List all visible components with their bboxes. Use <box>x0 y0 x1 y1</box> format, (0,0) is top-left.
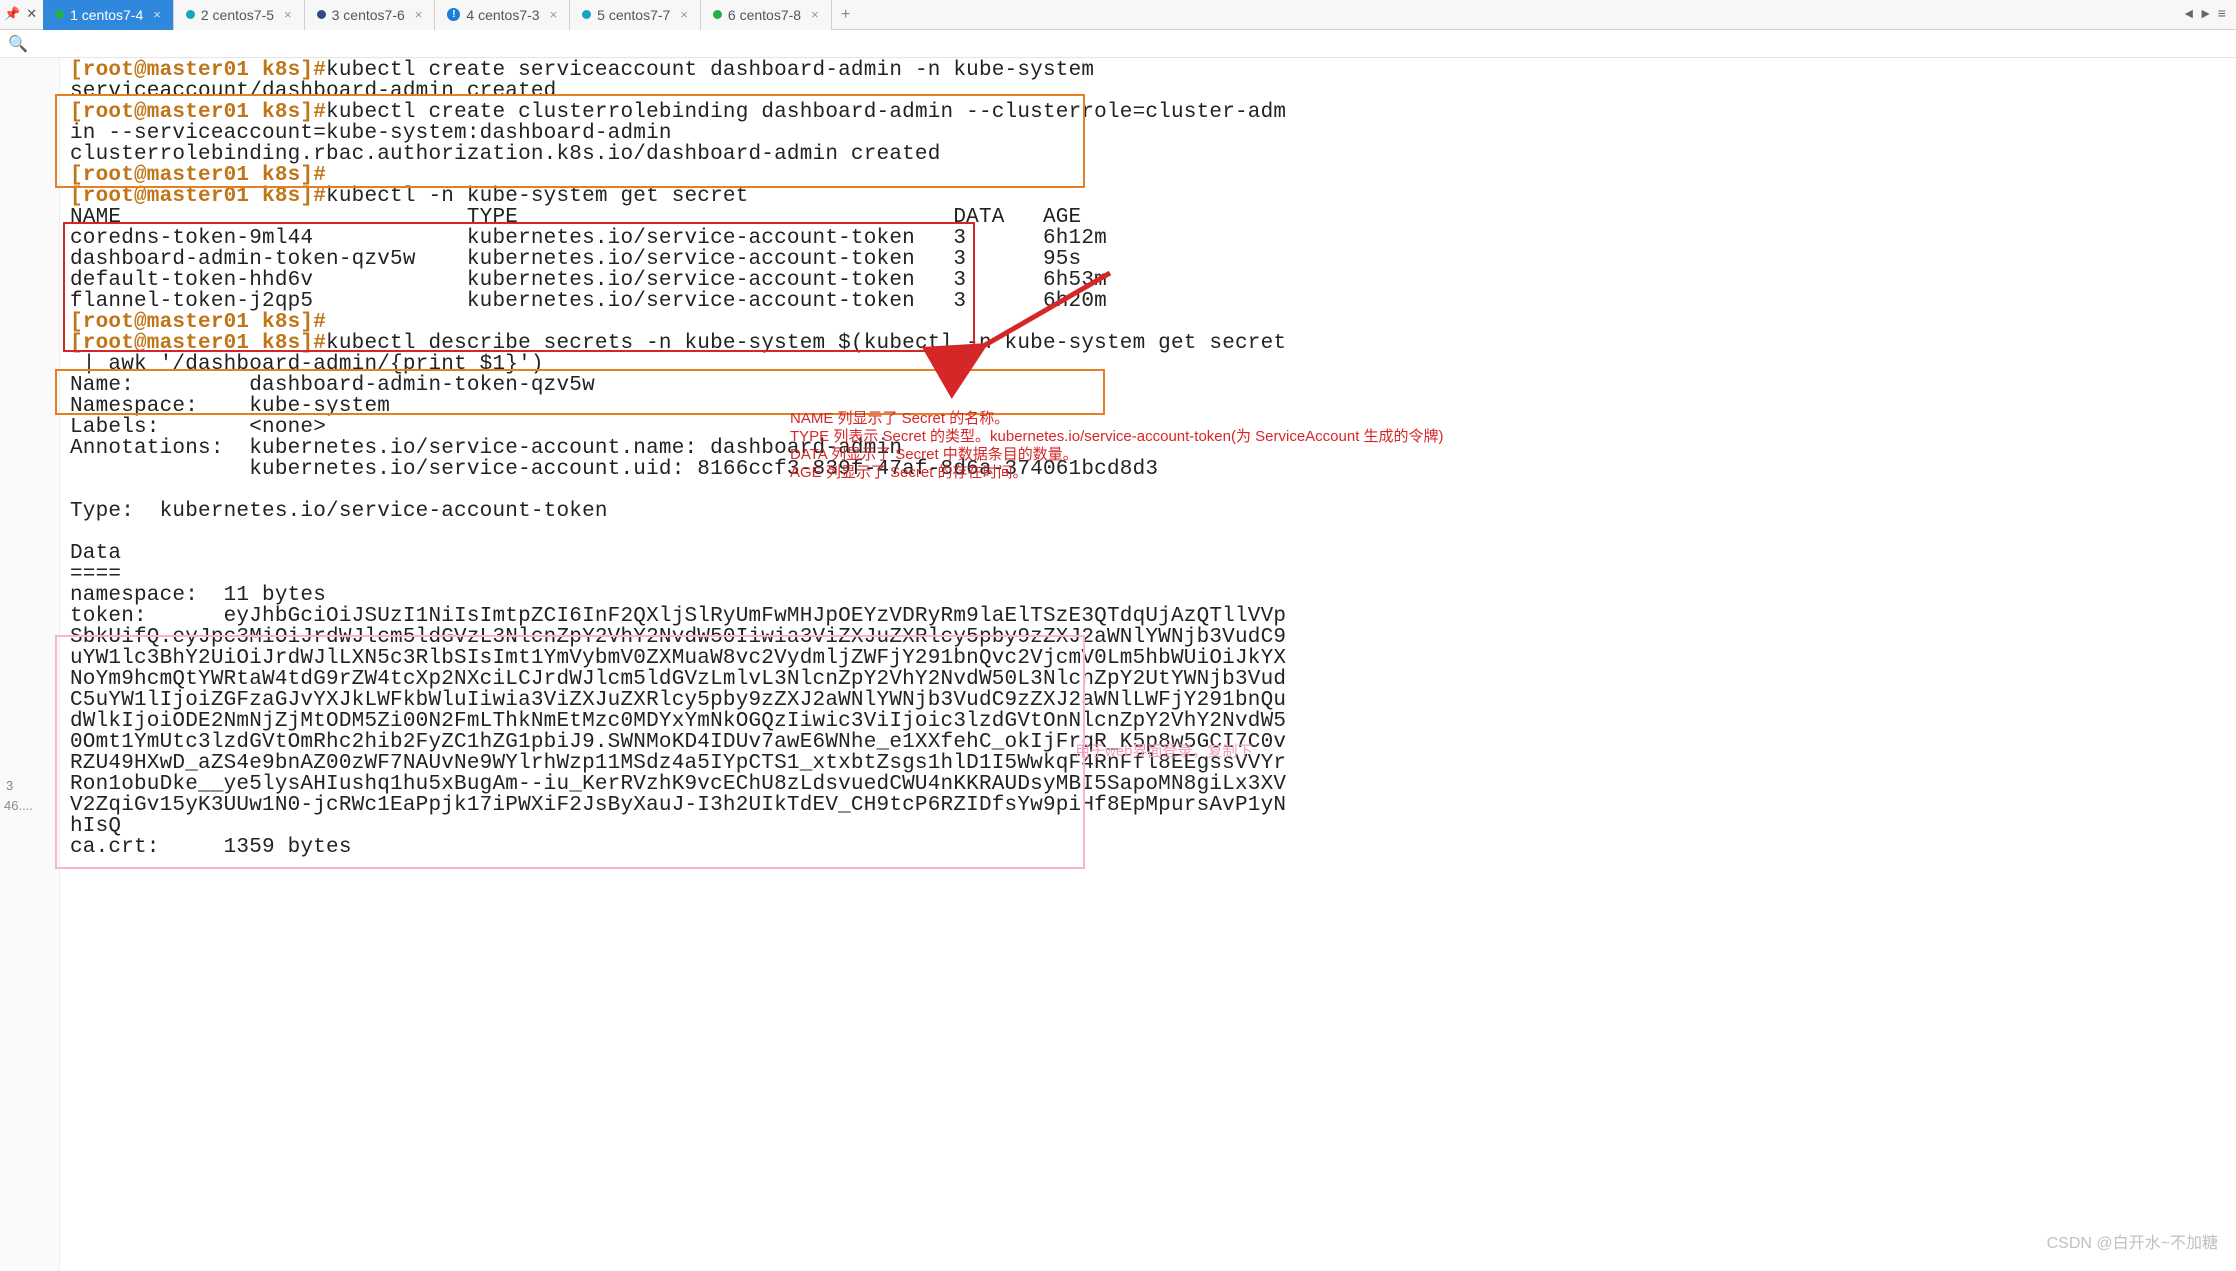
tab-centos7-6[interactable]: 3 centos7-6 × <box>305 0 436 30</box>
token-line: dWlkIjoiODE2NmNjZjMtODM5Zi00N2FmLThkNmEt… <box>70 710 1286 733</box>
gutter: 3 46.... <box>0 58 60 1271</box>
nav-next-icon[interactable]: ► <box>2201 7 2209 23</box>
prompt: [root@master01 k8s]# <box>70 59 326 82</box>
toolbar-close-icon[interactable]: ✕ <box>26 7 37 22</box>
tab-centos7-4[interactable]: 1 centos7-4 × <box>43 0 174 30</box>
output-line: Annotations: kubernetes.io/service-accou… <box>70 437 902 460</box>
status-dot-icon <box>55 10 64 19</box>
tab-close-icon[interactable]: × <box>284 7 292 22</box>
tab-centos7-7[interactable]: 5 centos7-7 × <box>570 0 701 30</box>
output-line: Labels: <none> <box>70 416 326 439</box>
search-icon[interactable]: 🔍 <box>8 34 28 54</box>
cmd-line: | awk '/dashboard-admin/{print $1}') <box>70 353 544 376</box>
tab-close-icon[interactable]: × <box>153 7 161 22</box>
status-dot-icon <box>713 10 722 19</box>
table-row: coredns-token-9ml44 kubernetes.io/servic… <box>70 227 1107 250</box>
token-line: hIsQ <box>70 815 121 838</box>
nav-prev-icon[interactable]: ◄ <box>2185 7 2193 23</box>
cmd-line: kubectl -n kube-system get secret <box>326 185 748 208</box>
output-line: Data <box>70 542 121 565</box>
tab-centos7-5[interactable]: 2 centos7-5 × <box>174 0 305 30</box>
tab-centos7-3[interactable]: ! 4 centos7-3 × <box>435 0 570 30</box>
nav-menu-icon[interactable]: ≡ <box>2218 7 2226 23</box>
tab-label: 2 centos7-5 <box>201 7 274 23</box>
output-line: Type: kubernetes.io/service-account-toke… <box>70 500 608 523</box>
tab-close-icon[interactable]: × <box>415 7 423 22</box>
prompt: [root@master01 k8s]# <box>70 101 326 124</box>
tab-close-icon[interactable]: × <box>550 7 558 22</box>
tab-label: 3 centos7-6 <box>332 7 405 23</box>
annotation-line: DATA 列显示了 Secret 中数据条目的数量。 <box>790 446 1444 464</box>
pin-icon[interactable]: 📌 <box>4 7 20 22</box>
annotation-line: AGE 列显示了 Secret 的存在时间。 <box>790 464 1444 482</box>
terminal-content-area: 3 46.... [root@master01 k8s]#kubectl cre… <box>0 58 2236 858</box>
output-line: namespace: 11 bytes <box>70 584 326 607</box>
tab-strip: 1 centos7-4 × 2 centos7-5 × 3 centos7-6 … <box>43 0 2179 30</box>
output-line: ==== <box>70 563 121 586</box>
token-line: NoYm9hcmQtYWRtaW4tdG9rZW4tcXp2NXciLCJrdW… <box>70 668 1286 691</box>
token-line: C5uYW1lIjoiZGFzaGJvYXJkLWFkbWluIiwia3ViZ… <box>70 689 1286 712</box>
tab-label: 6 centos7-8 <box>728 7 801 23</box>
output-line: ca.crt: 1359 bytes <box>70 836 352 859</box>
token-line: Ron1obuDke__ye5lysAHIushq1hu5xBugAm--iu_… <box>70 773 1286 796</box>
tab-centos7-8[interactable]: 6 centos7-8 × <box>701 0 832 30</box>
output-line: clusterrolebinding.rbac.authorization.k8… <box>70 143 941 166</box>
table-row: dashboard-admin-token-qzv5w kubernetes.i… <box>70 248 1081 271</box>
watermark: CSDN @白开水~不加糖 <box>2047 1229 2218 1253</box>
info-icon: ! <box>447 8 460 21</box>
output-line: in --serviceaccount=kube-system:dashboar… <box>70 122 672 145</box>
table-header: NAME TYPE DATA AGE <box>70 206 1081 229</box>
annotation-line: NAME 列显示了 Secret 的名称。 <box>790 410 1444 428</box>
token-line: V2ZqiGv15yK3UUw1N0-jcRWc1EaPpjk17iPWXiF2… <box>70 794 1286 817</box>
cmd-line: kubectl create clusterrolebinding dashbo… <box>326 101 1286 124</box>
prompt: [root@master01 k8s]# <box>70 185 326 208</box>
token-line: SbkUifQ.eyJpc3MiOiJrdWJlcm5ldGVzL3NlcnZp… <box>70 626 1286 649</box>
prompt: [root@master01 k8s]# <box>70 311 326 334</box>
output-line: Name: dashboard-admin-token-qzv5w <box>70 374 595 397</box>
tab-add-button[interactable]: + <box>832 6 860 24</box>
annotation-text-pink: 用于web界面登录，复制下 <box>1075 743 1253 761</box>
tab-label: 5 centos7-7 <box>597 7 670 23</box>
output-line: serviceaccount/dashboard-admin created <box>70 80 556 103</box>
output-line: Namespace: kube-system <box>70 395 390 418</box>
prompt: [root@master01 k8s]# <box>70 164 326 187</box>
cmd-line: kubectl describe secrets -n kube-system … <box>326 332 1286 355</box>
annotation-text: NAME 列显示了 Secret 的名称。 TYPE 列表示 Secret 的类… <box>790 410 1444 482</box>
status-dot-icon <box>582 10 591 19</box>
tab-label: 4 centos7-3 <box>466 7 539 23</box>
gutter-marker: 46.... <box>4 798 33 813</box>
status-dot-icon <box>186 10 195 19</box>
arrow-icon <box>940 258 1140 383</box>
token-line: uYW1lc3BhY2UiOiJrdWJlLXN5c3RlbSIsImt1YmV… <box>70 647 1286 670</box>
prompt: [root@master01 k8s]# <box>70 332 326 355</box>
gutter-marker: 3 <box>6 778 13 793</box>
token-line: token: eyJhbGciOiJSUzI1NiIsImtpZCI6InF2Q… <box>70 605 1286 628</box>
annotation-line: TYPE 列表示 Secret 的类型。kubernetes.io/servic… <box>790 428 1444 446</box>
tab-close-icon[interactable]: × <box>811 7 819 22</box>
sub-toolbar: 🔍 <box>0 30 2236 58</box>
top-toolbar: 📌 ✕ 1 centos7-4 × 2 centos7-5 × 3 centos… <box>0 0 2236 30</box>
tab-close-icon[interactable]: × <box>680 7 688 22</box>
cmd-line: kubectl create serviceaccount dashboard-… <box>326 59 1094 82</box>
nav-end: ◄ ► ≡ <box>2185 7 2232 23</box>
status-dot-icon <box>317 10 326 19</box>
tab-label: 1 centos7-4 <box>70 7 143 23</box>
